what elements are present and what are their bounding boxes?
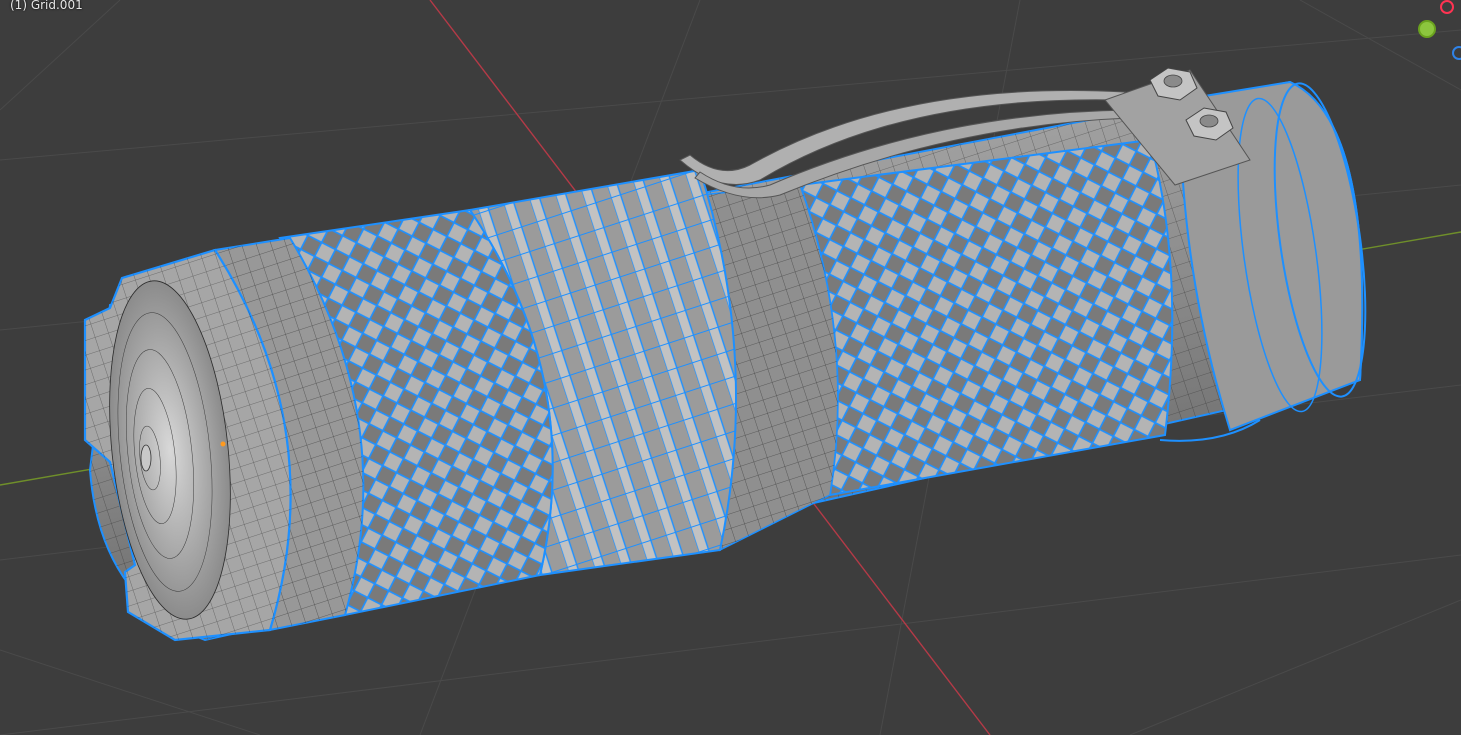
viewport-canvas[interactable]	[0, 0, 1461, 735]
navigation-gizmo-z-axis[interactable]	[1452, 46, 1461, 60]
active-object-label: (1) Grid.001	[10, 0, 83, 12]
object-origin	[220, 441, 226, 447]
navigation-gizmo-x-axis[interactable]	[1440, 0, 1454, 14]
flashlight-mesh	[83, 67, 1367, 642]
3d-viewport[interactable]: (1) Grid.001	[0, 0, 1461, 735]
navigation-gizmo-y-axis[interactable]	[1418, 20, 1436, 38]
